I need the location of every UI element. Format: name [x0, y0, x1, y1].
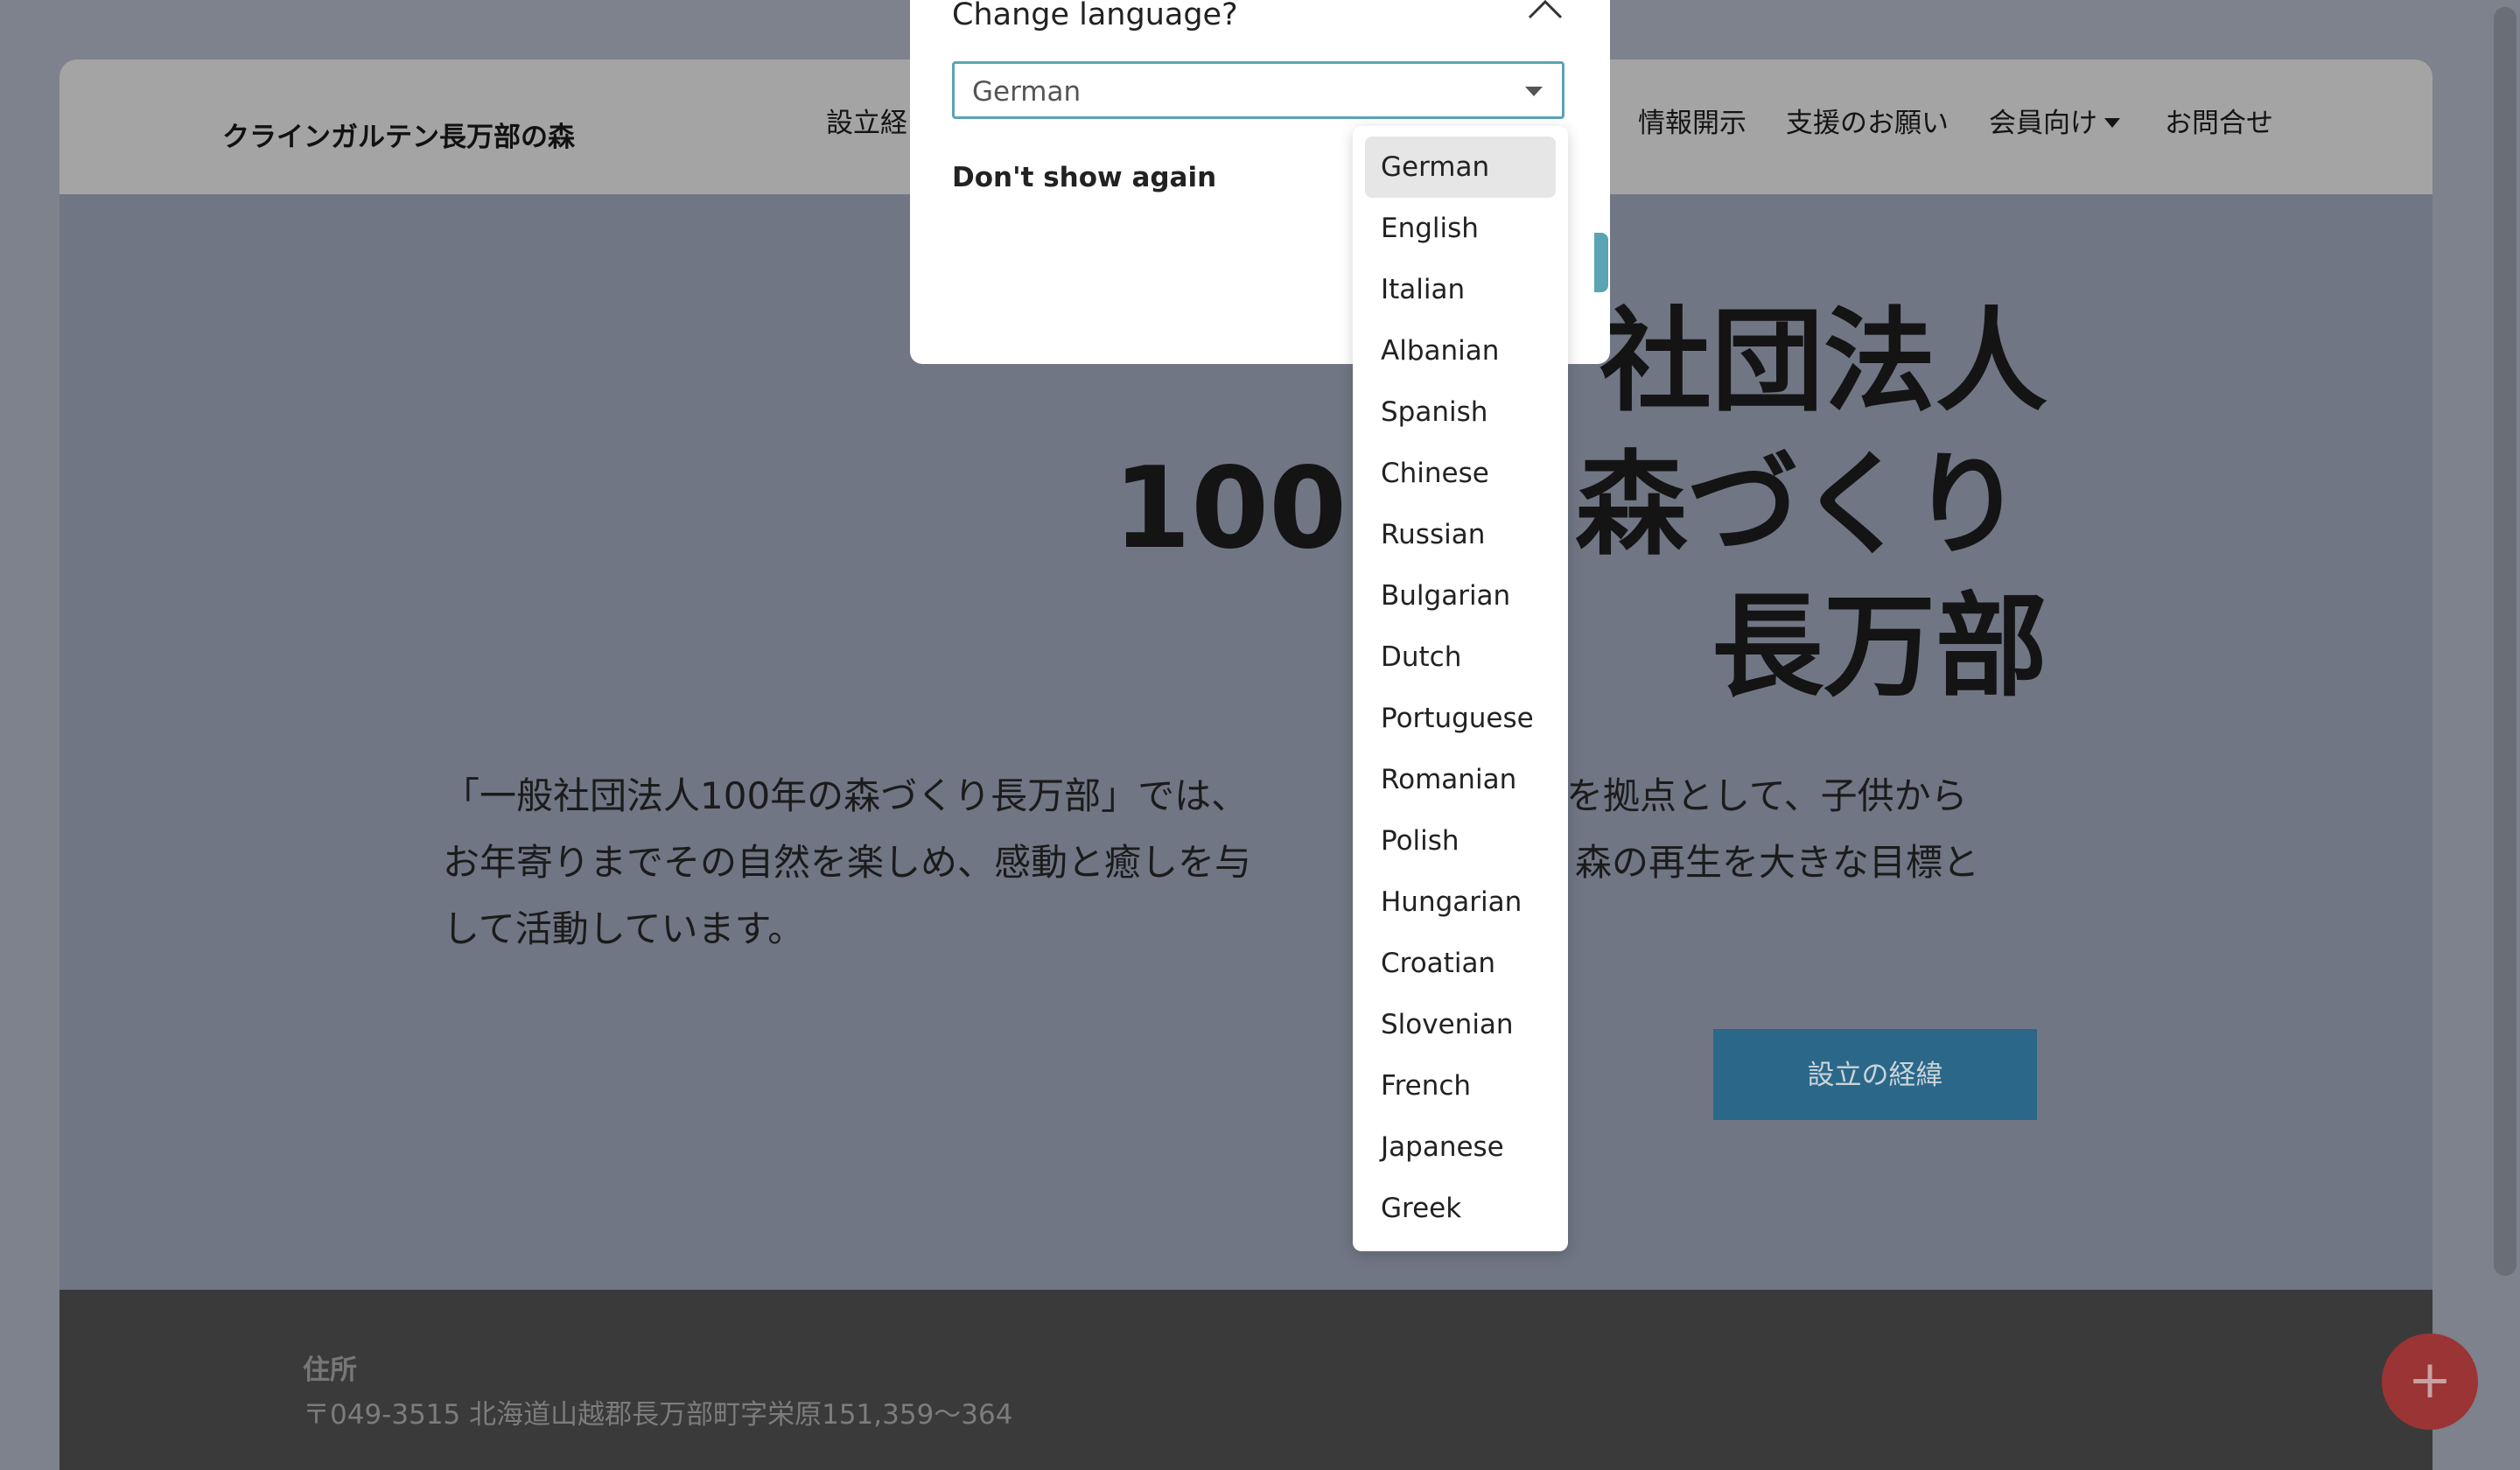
plus-icon: +: [2407, 1349, 2453, 1410]
hero-title-line-3: 長万部: [1711, 582, 2048, 712]
page: クラインガルテン長万部の森 設立経 情報開示 支援のお願い 会員向け お問合せ …: [0, 0, 2520, 1470]
language-option-polish[interactable]: Polish: [1365, 810, 1556, 872]
site-footer: [60, 1290, 2432, 1470]
nav-item-support[interactable]: 支援のお願い: [1786, 110, 1949, 137]
nav-item-founding[interactable]: 設立経: [826, 110, 907, 137]
hero-text-line-3: して活動しています。: [443, 907, 805, 950]
hero-text-line-1b: を拠点として、子供から: [1566, 774, 1968, 817]
add-button[interactable]: +: [2382, 1334, 2478, 1430]
language-option-romanian[interactable]: Romanian: [1365, 749, 1556, 810]
language-option-slovenian[interactable]: Slovenian: [1365, 994, 1556, 1055]
language-option-english[interactable]: English: [1365, 198, 1556, 259]
language-option-french[interactable]: French: [1365, 1055, 1556, 1116]
footer-address-label: 住所: [303, 1354, 357, 1386]
confirm-button[interactable]: [1594, 233, 1608, 292]
hero-text-line-2a: お年寄りまでその自然を楽しめ、感動と癒しを与: [443, 841, 1252, 884]
close-icon[interactable]: [1528, 0, 1563, 21]
dont-show-again-toggle[interactable]: Don't show again: [952, 164, 1216, 192]
site-brand[interactable]: クラインガルテン長万部の森: [222, 124, 575, 151]
hero-title-line-2b: 森づくり: [1575, 440, 2024, 570]
language-option-chinese[interactable]: Chinese: [1365, 443, 1556, 504]
nav-item-contact[interactable]: お問合せ: [2165, 110, 2273, 137]
language-option-croatian[interactable]: Croatian: [1365, 933, 1556, 994]
language-option-albanian[interactable]: Albanian: [1365, 320, 1556, 382]
language-option-bulgarian[interactable]: Bulgarian: [1365, 565, 1556, 626]
hero-title-line-2: 100: [1113, 444, 1348, 574]
founding-story-button[interactable]: 設立の経緯: [1713, 1029, 2037, 1120]
footer-address: 〒049-3515 北海道山越郡長万部町字栄原151,359〜364: [303, 1399, 1013, 1431]
language-option-italian[interactable]: Italian: [1365, 259, 1556, 320]
language-option-spanish[interactable]: Spanish: [1365, 382, 1556, 443]
language-option-dutch[interactable]: Dutch: [1365, 626, 1556, 688]
language-dropdown: German English Italian Albanian Spanish …: [1353, 126, 1568, 1251]
language-option-japanese[interactable]: Japanese: [1365, 1116, 1556, 1178]
language-option-greek[interactable]: Greek: [1365, 1178, 1556, 1239]
language-option-hungarian[interactable]: Hungarian: [1365, 872, 1556, 933]
nav-item-disclosure[interactable]: 情報開示: [1638, 110, 1746, 137]
scrollbar-thumb[interactable]: [2494, 7, 2516, 1276]
language-option-russian[interactable]: Russian: [1365, 504, 1556, 565]
language-option-german[interactable]: German: [1365, 136, 1556, 198]
modal-title: Change language?: [952, 0, 1238, 32]
hero-title-line-1: 社団法人: [1599, 297, 2048, 427]
language-select[interactable]: German: [952, 61, 1564, 119]
language-select-value: German: [972, 76, 1082, 108]
nav-item-members[interactable]: 会員向け: [1989, 110, 2120, 137]
language-option-portuguese[interactable]: Portuguese: [1365, 688, 1556, 749]
hero-text-line-2b: 森の再生を大きな目標と: [1575, 841, 1980, 884]
chevron-down-icon: [2104, 118, 2120, 128]
nav-item-members-label: 会員向け: [1989, 108, 2097, 139]
chevron-down-icon: [1525, 87, 1543, 96]
hero-text-line-1a: 「一般社団法人100年の森づくり長万部」では、: [443, 774, 1249, 817]
